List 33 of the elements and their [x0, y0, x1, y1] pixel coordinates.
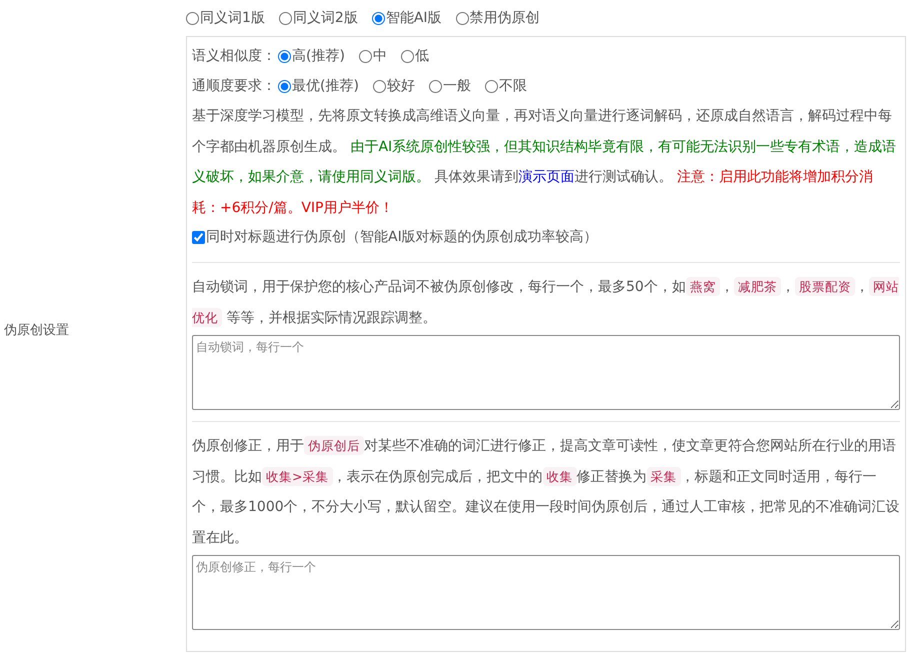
radio-label: 低: [414, 47, 429, 65]
field-label: 语义相似度：: [192, 47, 276, 65]
demo-page-link[interactable]: 演示页面: [518, 169, 574, 185]
radio-button[interactable]: [400, 50, 414, 62]
radio-button[interactable]: [456, 12, 469, 24]
description-text: 基于深度学习模型，先将原文转换成高维语义向量，再对语义向量进行逐词解码，还原成自然语言，解码过程中每个字都由机器原创生成。 由于AI系统原创性较强，但其知识结构毕竟有限，有可能无法识别一些专有术语，造成语义破坏，如果介意，请使用同义词版。 具体效果请到演示页面进行测试确认。 注意：启用此功能将增加积分消耗：+6积分/篇。VIP用户半价！: [192, 107, 898, 218]
settings-label: 伪原创设置: [4, 322, 69, 339]
radio-button[interactable]: [278, 50, 291, 62]
radio-label: 高(推荐): [292, 47, 345, 65]
radio-label: 较好: [386, 77, 415, 95]
field-label: 通顺度要求：: [192, 77, 276, 95]
checkbox-label: 同时对标题进行伪原创（智能AI版对标题的伪原创成功率较高）: [206, 228, 598, 246]
radio-label: 禁用伪原创: [470, 9, 540, 27]
radio-button[interactable]: [484, 80, 498, 92]
checkbox[interactable]: [192, 230, 205, 244]
radio-button[interactable]: [372, 12, 385, 24]
radio-button[interactable]: [278, 12, 292, 24]
radio-button[interactable]: [186, 12, 199, 24]
radio-button[interactable]: [372, 80, 386, 92]
radio-label: 同义词2版: [292, 9, 358, 27]
input-field[interactable]: 伪原创修正，每行一个: [192, 555, 900, 630]
radio-label: 最优(推荐): [292, 77, 359, 95]
radio-button[interactable]: [428, 80, 442, 92]
radio-label: 智能AI版: [386, 9, 442, 27]
input-field[interactable]: 自动锁词，每行一个: [192, 335, 900, 410]
radio-button[interactable]: [278, 80, 291, 92]
radio-label: 不限: [498, 77, 527, 95]
lock-words-text: 自动锁词，用于保护您的核心产品词不被伪原创修改，每行一个，最多50个，如 燕窝 ， 减肥茶 ， 股票配资 ， 网站优化 等等，并根据实际情况跟踪调整。: [192, 276, 900, 328]
radio-button[interactable]: [358, 50, 372, 62]
corrections-text: 伪原创修正，用于 伪原创后 对某些不准确的词汇进行修正，提高文章可读性，使文章更符合您网站所在行业的用语习惯。比如 收集>采集 ，表示在伪原创完成后，把文中的 收集 修正替换为 采集 ，标题和正文同时适用，每行一个，最多1000个，不分大小写，默认留空。建议在使用一段时间伪原创后，通过人工审核，把常见的不准确词汇设置在此。: [192, 435, 900, 548]
radio-label: 一般: [442, 77, 471, 95]
radio-label: 中: [372, 47, 387, 65]
radio-label: 同义词1版: [200, 9, 265, 27]
